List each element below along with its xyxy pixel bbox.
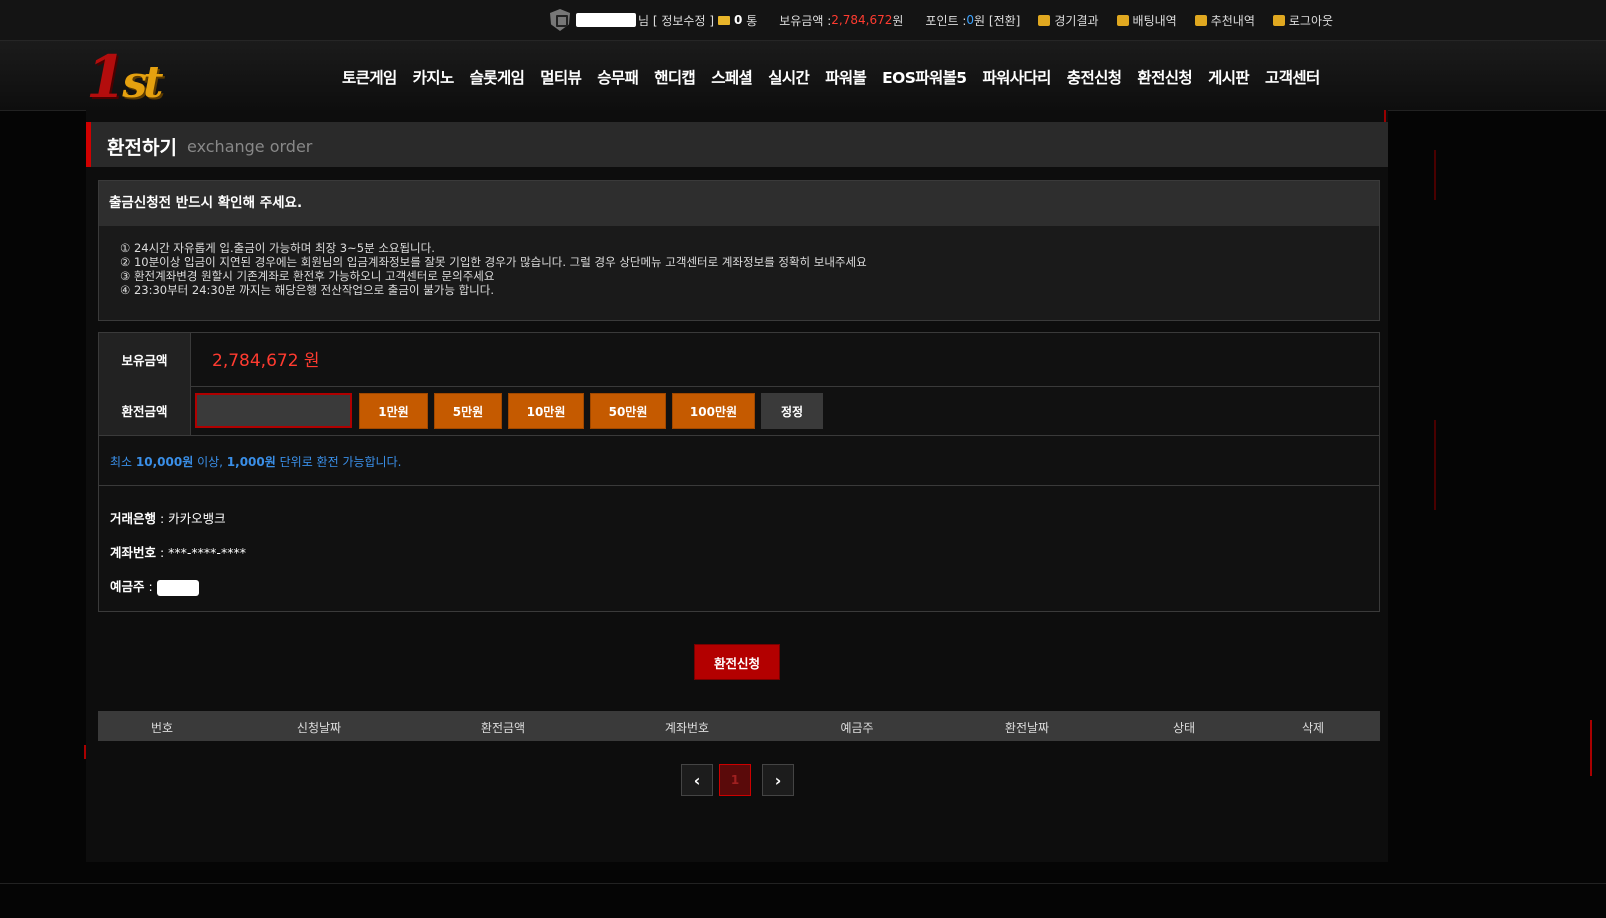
messages-count[interactable]: 0 — [734, 13, 742, 27]
exchange-form: 보유금액 2,784,672 원 환전금액 1만원 5만원 10만원 50만원 … — [98, 332, 1380, 612]
ticket-icon — [1116, 14, 1129, 26]
convert-points-link[interactable]: [전환] — [989, 12, 1020, 29]
notice-line: ② 10분이상 입금이 지연된 경우에는 회원님의 입금계좌정보를 잘못 기입한… — [120, 255, 867, 269]
nav-item-slot-game[interactable]: 슬롯게임 — [470, 66, 525, 88]
balance-unit: 원 — [892, 13, 904, 28]
col-holder: 예금주 — [840, 721, 874, 735]
logout-link[interactable]: 로그아웃 — [1272, 12, 1334, 29]
col-amount: 환전금액 — [480, 721, 526, 735]
nav-item-support[interactable]: 고객센터 — [1265, 66, 1320, 88]
main-nav: 토큰게임 카지노 슬롯게임 멀티뷰 승무패 핸디캡 스페셜 실시간 파워볼 EO… — [342, 66, 1320, 88]
nav-item-power-ladder[interactable]: 파워사다리 — [982, 66, 1051, 88]
balance-value: 2,784,672 — [831, 13, 893, 27]
notice-lines: ① 24시간 자유롭게 입.출금이 가능하며 최장 3~5분 소요됩니다. ② … — [99, 226, 1379, 297]
nav-item-deposit[interactable]: 충전신청 — [1067, 66, 1122, 88]
notice-line: ③ 환전계좌변경 원할시 기존계좌로 환전후 가능하오니 고객센터로 문의주세요 — [120, 269, 495, 283]
nav-item-casino[interactable]: 카지노 — [413, 66, 455, 88]
nav-item-live[interactable]: 실시간 — [768, 66, 810, 88]
nav-item-multiview[interactable]: 멀티뷰 — [540, 66, 582, 88]
balance-row-value: 2,784,672 원 — [212, 351, 320, 371]
col-status: 상태 — [1172, 721, 1196, 735]
exchange-amount-input[interactable] — [195, 393, 352, 428]
envelope-icon[interactable] — [718, 15, 731, 25]
nav-item-win-lose[interactable]: 승무패 — [597, 66, 639, 88]
page-number-current[interactable]: 1 — [719, 764, 751, 796]
users-icon — [1194, 14, 1207, 26]
col-account: 계좌번호 — [664, 721, 710, 735]
points-unit: 원 — [974, 13, 986, 28]
add-100k-button[interactable]: 10만원 — [508, 393, 584, 429]
add-10k-button[interactable]: 1만원 — [359, 393, 428, 429]
col-delete: 삭제 — [1301, 721, 1325, 735]
balance-label: 보유금액 : — [779, 13, 832, 28]
notice-line: ① 24시간 자유롭게 입.출금이 가능하며 최장 3~5분 소요됩니다. — [120, 241, 435, 255]
col-number: 번호 — [150, 721, 174, 735]
messages-unit: 통 — [746, 13, 758, 28]
submit-exchange-button[interactable]: 환전신청 — [694, 644, 780, 680]
betting-history-link[interactable]: 배팅내역 — [1116, 12, 1177, 29]
nav-item-token-game[interactable]: 토큰게임 — [342, 66, 397, 88]
main-header: 1st 토큰게임 카지노 슬롯게임 멀티뷰 승무패 핸디캡 스페셜 실시간 파워… — [0, 41, 1606, 111]
shield-icon — [550, 9, 570, 31]
nav-item-eos-powerball[interactable]: EOS파워볼5 — [882, 66, 967, 88]
page-title-bar: 환전하기 exchange order — [86, 122, 1388, 167]
add-50k-button[interactable]: 5만원 — [434, 393, 502, 429]
col-exchange-date: 환전날짜 — [1004, 721, 1050, 735]
bank-info: 거래은행 : 카카오뱅크 — [110, 511, 226, 526]
site-logo[interactable]: 1st — [86, 43, 163, 111]
account-info: 계좌번호 : ***-****-**** — [110, 545, 246, 560]
history-table-header: 번호 신청날짜 환전금액 계좌번호 예금주 환전날짜 상태 삭제 — [98, 711, 1380, 741]
nav-item-special[interactable]: 스페셜 — [711, 66, 753, 88]
balance-row: 보유금액 2,784,672 원 — [99, 333, 1379, 387]
amount-row: 환전금액 1만원 5만원 10만원 50만원 100만원 정정 — [99, 386, 1379, 436]
logout-icon — [1272, 14, 1285, 26]
footer-divider — [0, 883, 1606, 884]
amount-hint: 최소 10,000원 이상, 1,000원 단위로 환전 가능합니다. — [110, 455, 402, 469]
redacted-username — [576, 13, 636, 27]
nav-item-withdraw[interactable]: 환전신청 — [1137, 66, 1192, 88]
add-500k-button[interactable]: 50만원 — [590, 393, 666, 429]
add-1m-button[interactable]: 100만원 — [672, 393, 755, 429]
balance-row-label: 보유금액 — [99, 333, 191, 386]
nav-item-board[interactable]: 게시판 — [1208, 66, 1250, 88]
points-label: 포인트 : — [925, 13, 967, 28]
prev-page-button[interactable]: ‹ — [681, 764, 713, 796]
hint-row: 최소 10,000원 이상, 1,000원 단위로 환전 가능합니다. — [99, 435, 1379, 486]
points-value: 0 — [966, 13, 975, 27]
top-bar: 님 [ 정보수정 ] 0 통 보유금액 : 2,784,672 원 포인트 : … — [0, 0, 1606, 41]
col-request-date: 신청날짜 — [296, 721, 342, 735]
page-subtitle: exchange order — [187, 137, 313, 156]
notice-heading: 출금신청전 반드시 확인해 주세요. — [99, 181, 1379, 226]
betting-link-label: 배팅내역 — [1132, 13, 1177, 28]
logout-link-label: 로그아웃 — [1288, 13, 1334, 28]
holder-info: 예금주 : — [110, 576, 199, 596]
notice-box: 출금신청전 반드시 확인해 주세요. ① 24시간 자유롭게 입.출금이 가능하… — [98, 180, 1380, 321]
amount-row-label: 환전금액 — [99, 386, 191, 435]
user-info-row: 님 [ 정보수정 ] 0 통 보유금액 : 2,784,672 원 포인트 : … — [550, 9, 1333, 31]
redacted-holder — [156, 579, 199, 596]
profile-edit-link[interactable]: 님 [ 정보수정 ] — [638, 12, 714, 29]
referral-link[interactable]: 추천내역 — [1194, 12, 1255, 29]
nav-item-handicap[interactable]: 핸디캡 — [654, 66, 696, 88]
reset-button[interactable]: 정정 — [761, 393, 823, 429]
page-title: 환전하기 — [107, 137, 177, 159]
next-page-button[interactable]: › — [762, 764, 794, 796]
referral-link-label: 추천내역 — [1210, 13, 1255, 28]
trophy-icon — [1038, 14, 1051, 26]
notice-line: ④ 23:30부터 24:30분 까지는 해당은행 전산작업으로 출금이 불가능… — [120, 283, 494, 297]
nav-item-powerball[interactable]: 파워볼 — [825, 66, 867, 88]
results-link[interactable]: 경기결과 — [1038, 12, 1099, 29]
results-link-label: 경기결과 — [1054, 13, 1099, 28]
